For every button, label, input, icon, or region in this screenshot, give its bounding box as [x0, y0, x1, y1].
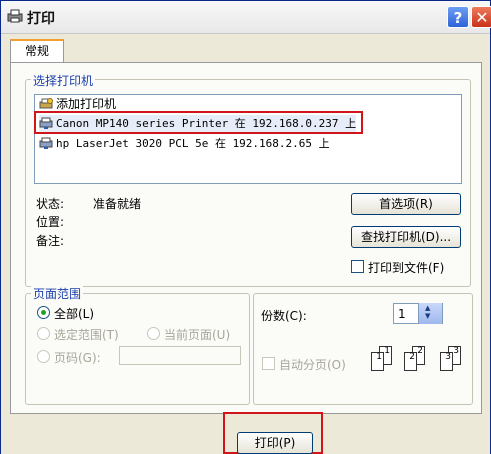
highlight-box-selected-printer: [34, 111, 363, 134]
print-button[interactable]: 打印(P): [237, 432, 313, 454]
status-value: 准备就绪: [93, 197, 142, 211]
radio-pages[interactable]: [37, 350, 50, 363]
collate-checkbox[interactable]: [262, 357, 275, 370]
find-printer-button[interactable]: 查找打印机(D)...: [351, 226, 461, 248]
printer-list[interactable]: 添加打印机 Canon MP140 series Printer 在 192.1…: [34, 94, 462, 184]
tab-general[interactable]: 常规: [10, 39, 64, 63]
close-button[interactable]: ✕: [471, 6, 491, 28]
radio-current-page[interactable]: [147, 327, 160, 340]
location-label: 位置:: [36, 215, 65, 229]
print-to-file-checkbox[interactable]: [351, 260, 364, 273]
radio-all[interactable]: [37, 306, 50, 319]
title-bar[interactable]: 打印 ? ✕: [1, 1, 491, 34]
page-icon: 3: [440, 352, 453, 371]
list-item-hp[interactable]: hp LaserJet 3020 PCL 5e 在 192.168.2.65 上: [39, 135, 330, 152]
select-printer-group-label: 选择打印机: [31, 72, 96, 89]
network-printer-icon: [39, 137, 53, 149]
radio-current-page-label: 当前页面(U): [164, 328, 231, 342]
page-icon: 1: [371, 352, 384, 371]
print-dialog: 打印 ? ✕ 常规 选择打印机 页面范围 添加打印机 Canon MP140 s…: [0, 0, 491, 454]
radio-all-label: 全部(L): [54, 307, 95, 321]
list-item-label: 添加打印机: [56, 97, 117, 111]
printer-icon: [7, 9, 23, 23]
page-icon: 2: [404, 352, 417, 371]
pages-input[interactable]: [119, 346, 241, 365]
page-range-group-label: 页面范围: [31, 285, 84, 302]
comment-label: 备注:: [36, 234, 65, 248]
collate-label: 自动分页(O): [279, 358, 346, 372]
spin-down-icon[interactable]: ▼: [425, 312, 430, 320]
status-label: 状态:: [36, 197, 65, 211]
list-item-label: hp LaserJet 3020 PCL 5e 在 192.168.2.65 上: [56, 137, 330, 150]
add-printer-icon: [39, 98, 53, 110]
radio-selection[interactable]: [37, 327, 50, 340]
copies-spinner[interactable]: ▲ ▼: [418, 303, 442, 324]
window-title: 打印: [27, 11, 55, 27]
radio-pages-label: 页码(G):: [54, 351, 101, 365]
copies-value: 1: [398, 307, 406, 321]
radio-selection-label: 选定范围(T): [54, 328, 119, 342]
copies-label: 份数(C):: [261, 309, 307, 323]
spin-up-icon[interactable]: ▲: [425, 304, 430, 312]
help-button[interactable]: ?: [447, 6, 469, 28]
print-to-file-label: 打印到文件(F): [368, 261, 445, 275]
copies-input[interactable]: 1 ▲ ▼: [393, 303, 443, 324]
preferences-button[interactable]: 首选项(R): [351, 193, 461, 215]
